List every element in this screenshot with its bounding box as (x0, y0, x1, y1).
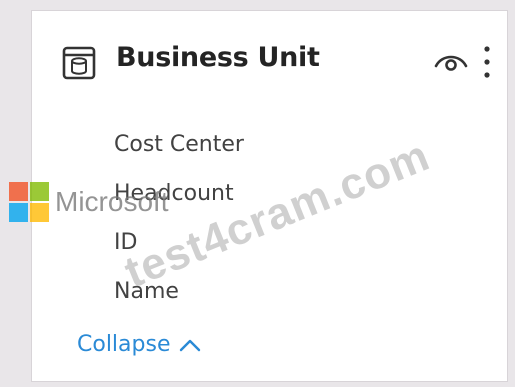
microsoft-wordmark: Microsoft (55, 186, 169, 217)
collapse-label: Collapse (77, 332, 171, 357)
card-header: Business Unit (32, 11, 507, 111)
chevron-up-icon (179, 338, 201, 352)
microsoft-watermark: Microsoft (9, 182, 169, 222)
eye-icon[interactable] (434, 50, 468, 74)
card-title: Business Unit (116, 42, 320, 73)
collapse-link[interactable]: Collapse (77, 332, 201, 357)
microsoft-logo-icon (9, 182, 49, 222)
field-item[interactable]: Cost Center (114, 129, 244, 178)
table-icon (62, 46, 96, 80)
more-vertical-icon[interactable] (476, 44, 498, 80)
